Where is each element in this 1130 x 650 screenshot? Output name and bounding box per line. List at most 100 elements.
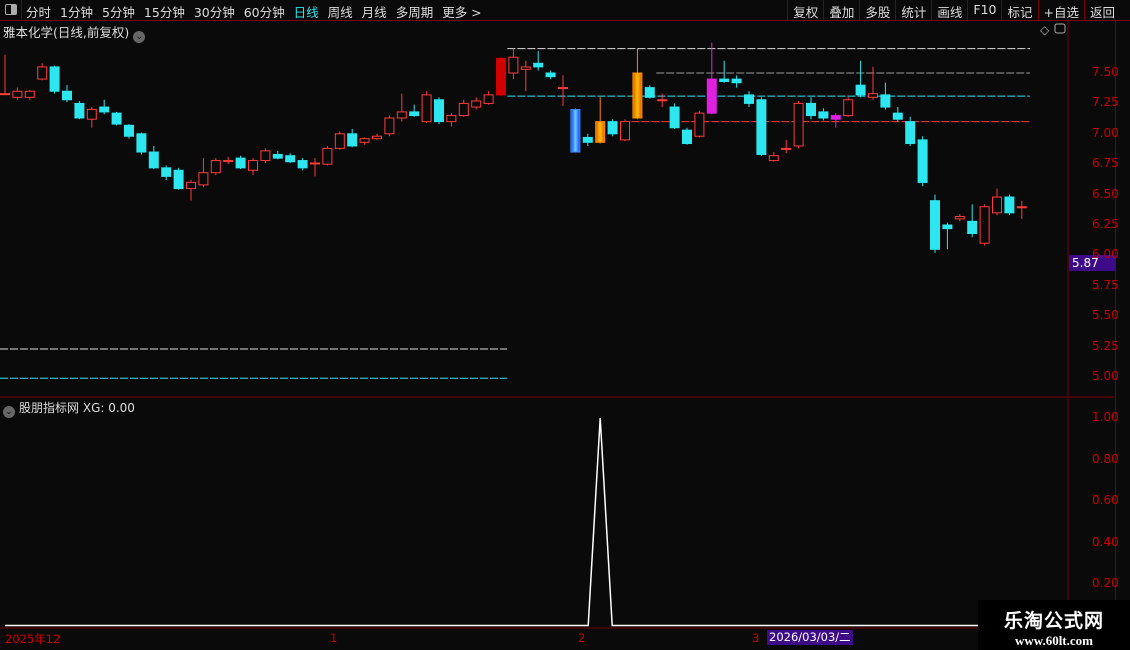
- candle: [161, 165, 172, 181]
- candle-body: [868, 93, 878, 98]
- candle-body: [533, 62, 544, 68]
- candle: [545, 70, 556, 80]
- xg-line: [5, 417, 1082, 627]
- candle: [880, 82, 891, 110]
- price-tick: 7.00: [1092, 125, 1119, 140]
- candle: [520, 60, 531, 92]
- candle-body: [446, 115, 457, 123]
- candle: [136, 132, 147, 155]
- price-tick: 7.50: [1092, 65, 1119, 79]
- candle: [372, 133, 382, 140]
- candle: [111, 111, 122, 126]
- candle: [186, 180, 196, 201]
- candle: [558, 75, 568, 106]
- indicator-tick: 0.60: [1092, 493, 1119, 507]
- candle-body: [124, 124, 134, 137]
- candle: [508, 48, 519, 80]
- candle-body: [830, 115, 841, 120]
- candle-body: [793, 102, 804, 147]
- candle-body: [372, 135, 382, 140]
- candle-body: [558, 87, 568, 90]
- candle-body: [359, 138, 370, 143]
- candle: [198, 158, 209, 188]
- price-tick: 5.50: [1092, 308, 1119, 323]
- xaxis-label: 2025年12: [5, 632, 61, 646]
- candle-body: [880, 94, 891, 108]
- panel-toggle-icon[interactable]: [1054, 23, 1066, 34]
- kline-chart[interactable]: ◇: [0, 0, 1130, 650]
- indicator-tick: 0.40: [1092, 534, 1119, 549]
- candle: [744, 91, 754, 108]
- candle: [620, 119, 630, 142]
- candle: [731, 75, 742, 88]
- candle-body: [1016, 206, 1027, 209]
- candle: [768, 152, 779, 162]
- indicator-tick: 0.20: [1092, 576, 1119, 590]
- candle-body: [818, 111, 829, 119]
- candle: [310, 158, 320, 177]
- candle-body: [942, 224, 953, 230]
- candle: [248, 158, 258, 176]
- candle-body: [731, 78, 742, 84]
- candle: [905, 116, 916, 146]
- price-tick: 6.00: [1092, 247, 1119, 262]
- candle: [49, 65, 60, 94]
- candle-body: [843, 99, 854, 117]
- candle: [458, 99, 469, 117]
- candle-body: [694, 112, 705, 137]
- indicator-tick: 0.80: [1092, 451, 1119, 466]
- right-info-column[interactable]: [1115, 21, 1130, 650]
- candle-body: [0, 93, 10, 96]
- candle-body: [210, 160, 221, 174]
- candle-body: [37, 66, 48, 80]
- candle-body: [136, 133, 147, 153]
- candle-body: [148, 151, 159, 169]
- candle-body: [719, 78, 730, 83]
- candle: [260, 148, 271, 163]
- candle-body: [967, 220, 978, 235]
- diamond-icon[interactable]: ◇: [1040, 23, 1050, 37]
- candle-body: [979, 206, 990, 244]
- candle: [582, 133, 593, 146]
- candle: [843, 97, 854, 117]
- candle-body: [62, 90, 72, 101]
- candle-body: [706, 78, 717, 114]
- candle: [384, 115, 395, 137]
- candle: [992, 188, 1002, 216]
- candle-body: [483, 94, 494, 104]
- candle-body: [297, 160, 308, 169]
- candle: [830, 113, 841, 128]
- xaxis-label: 1: [330, 631, 338, 645]
- candle: [930, 194, 940, 253]
- candle-body: [458, 102, 469, 117]
- candle: [706, 42, 717, 115]
- candle: [434, 97, 444, 125]
- candle-body: [756, 99, 767, 155]
- candle-body: [223, 160, 234, 163]
- candle: [669, 103, 680, 129]
- candle: [595, 97, 606, 144]
- candle-body: [24, 90, 35, 98]
- candle-body: [161, 167, 172, 177]
- candle-body: [781, 147, 792, 150]
- candle-body: [471, 100, 482, 108]
- candle: [421, 91, 432, 123]
- price-tick: 6.75: [1092, 156, 1119, 171]
- candle-body: [49, 66, 60, 92]
- candle-body: [570, 108, 581, 153]
- candle-body: [347, 133, 358, 147]
- candle: [892, 107, 903, 122]
- candle-body: [545, 72, 556, 78]
- candle: [719, 60, 730, 83]
- price-tick: 5.25: [1092, 338, 1119, 353]
- candle: [818, 108, 829, 121]
- candle-body: [99, 106, 110, 113]
- candle-body: [272, 153, 283, 159]
- candle-body: [620, 121, 630, 141]
- candle: [607, 119, 618, 137]
- candle: [409, 104, 420, 117]
- xaxis-label: 3: [752, 631, 760, 645]
- candle-body: [595, 121, 606, 143]
- candle: [570, 108, 581, 153]
- candle: [0, 54, 10, 96]
